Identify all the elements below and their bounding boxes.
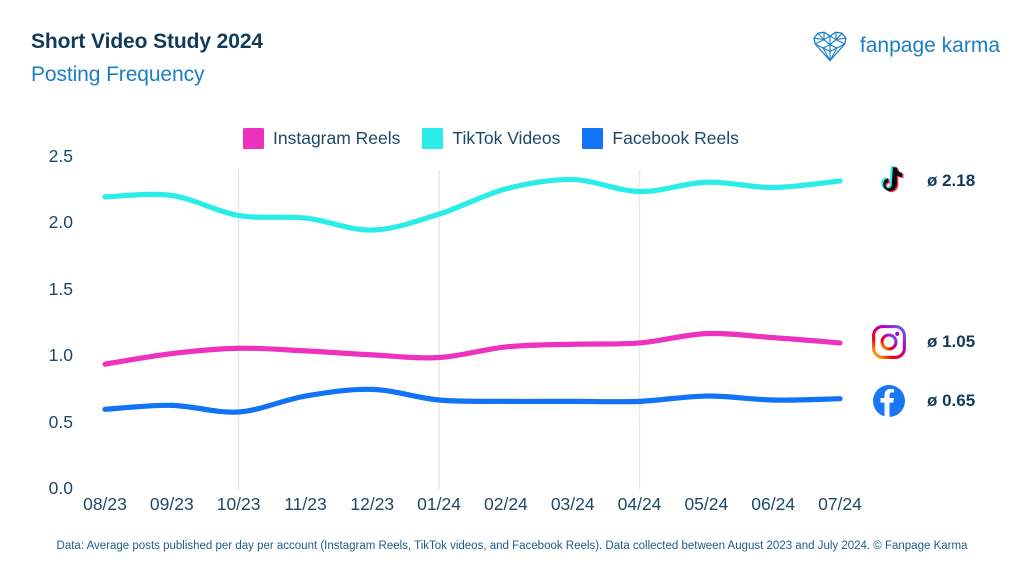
chart-series-paths bbox=[102, 176, 843, 415]
footer-note: Data: Average posts published per day pe… bbox=[56, 540, 968, 552]
series-annotation-facebook: ø 0.65 bbox=[872, 384, 975, 418]
series-line-facebook-reels[interactable] bbox=[102, 386, 843, 415]
series-line-instagram-reels[interactable] bbox=[102, 330, 843, 367]
chart-svg bbox=[102, 170, 843, 489]
y-axis-tick-0.5: 0.5 bbox=[48, 411, 73, 432]
series-annotation-instagram: ø 1.05 bbox=[872, 325, 975, 359]
series-line-tiktok-videos[interactable] bbox=[102, 176, 843, 233]
y-axis-tick-2.5: 2.5 bbox=[48, 146, 73, 166]
y-axis-tick-1.0: 1.0 bbox=[48, 345, 73, 366]
facebook-icon bbox=[873, 385, 905, 417]
annotation-value-instagram: ø 1.05 bbox=[927, 332, 976, 351]
line-chart-plot: 0.0 0.5 1.0 1.5 2.0 2.5 08/23 09/23 10/23 11/23 1… bbox=[0, 0, 1024, 576]
y-axis-tick-1.5: 1.5 bbox=[48, 278, 73, 299]
y-axis-tick-2.0: 2.0 bbox=[48, 212, 73, 233]
series-annotation-tiktok: ø 2.18 bbox=[872, 164, 975, 198]
chart-page: Short Video Study 2024 Posting Frequency… bbox=[0, 0, 1024, 576]
annotation-value-facebook: ø 0.65 bbox=[927, 391, 976, 410]
tiktok-icon bbox=[881, 166, 904, 193]
annotation-value-tiktok: ø 2.18 bbox=[927, 171, 976, 190]
instagram-icon bbox=[872, 325, 906, 359]
x-axis-tick-07-24: 07/24 bbox=[818, 494, 862, 514]
